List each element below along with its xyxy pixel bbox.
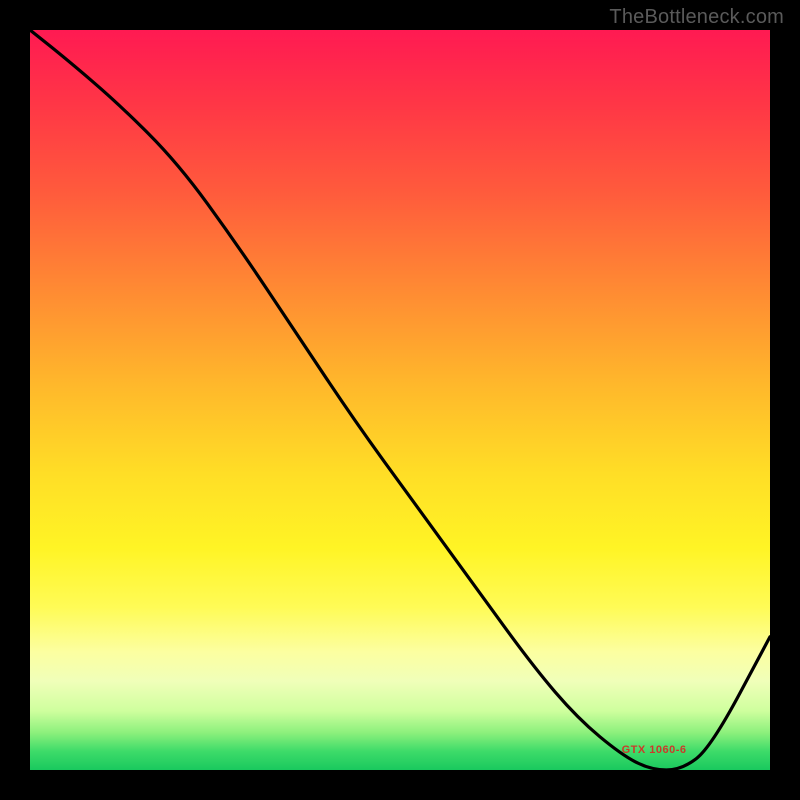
attribution-text: TheBottleneck.com: [609, 6, 784, 29]
plot-area: GTX 1060-6: [30, 30, 770, 770]
annotation-label: GTX 1060-6: [622, 744, 687, 756]
line-curve: [30, 30, 770, 770]
chart-container: TheBottleneck.com GTX 1060-6: [0, 0, 800, 800]
